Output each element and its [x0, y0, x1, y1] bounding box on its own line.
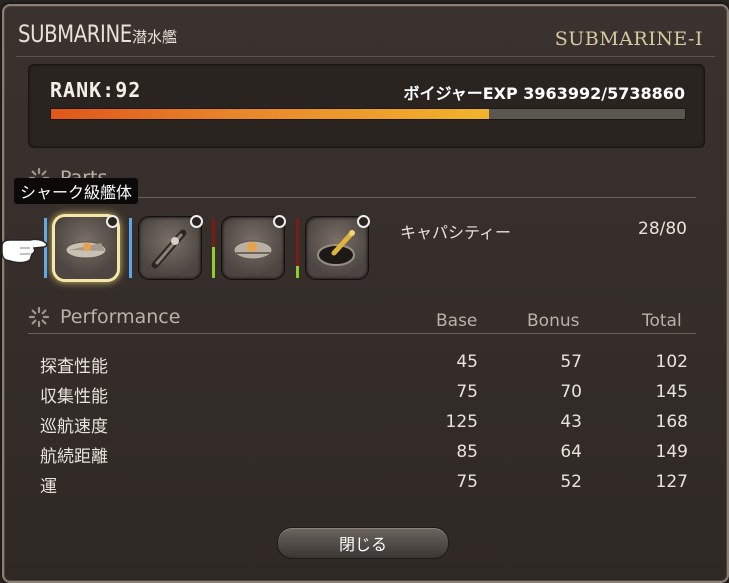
- stat-total: 145: [655, 382, 688, 402]
- stat-name: 運: [40, 477, 57, 497]
- performance-label: Performance: [60, 306, 181, 328]
- part-slot-hull[interactable]: [55, 215, 119, 279]
- column-header-base: Base: [436, 311, 478, 331]
- stat-row: 収集性能 75 70 145: [40, 382, 688, 412]
- stat-base: 125: [445, 412, 478, 432]
- rank-panel: RANK:92 ボイジャーEXP 3963992/5738860: [28, 64, 705, 148]
- stat-name: 探査性能: [40, 357, 108, 377]
- stat-row: 航続距離 85 64 149: [40, 442, 688, 472]
- close-button[interactable]: 閉じる: [277, 527, 449, 559]
- column-header-bonus: Bonus: [527, 311, 580, 331]
- stat-base: 85: [456, 442, 478, 462]
- stat-name: 巡航速度: [40, 417, 108, 437]
- exp-progress-fill: [51, 109, 490, 119]
- capacity-value: 28/80: [638, 219, 687, 239]
- stat-bonus: 70: [560, 382, 582, 402]
- stat-bonus: 64: [560, 442, 582, 462]
- performance-section-header: Performance: [28, 305, 180, 329]
- hull-part-icon: [65, 241, 107, 259]
- bridge-part-icon: [317, 230, 355, 266]
- part-slot-bridge[interactable]: [306, 215, 370, 279]
- performance-divider: [28, 333, 696, 334]
- stat-bonus: 43: [560, 412, 582, 432]
- column-header-total: Total: [642, 311, 682, 331]
- stat-total: 127: [655, 472, 688, 492]
- stat-row: 運 75 52 127: [40, 472, 688, 502]
- capacity-label: キャパシティー: [400, 223, 512, 242]
- slot-separator: [296, 218, 299, 278]
- part-slot-bow[interactable]: [222, 215, 286, 279]
- slot-separator: [212, 218, 215, 278]
- stat-total: 102: [655, 352, 688, 372]
- stern-part-icon: [151, 229, 187, 269]
- part-slot-stern[interactable]: [139, 215, 203, 279]
- stat-base: 75: [456, 382, 478, 402]
- cursor-hand-icon: [1, 238, 48, 264]
- exp-progress-bar: [50, 108, 686, 120]
- title-divider: [16, 56, 715, 57]
- window-title: SUBMARINE 潜水艦: [18, 20, 177, 48]
- voyage-exp-label: ボイジャーEXP 3963992/5738860: [403, 84, 685, 103]
- stat-row: 探査性能 45 57 102: [40, 352, 688, 382]
- stat-base: 75: [456, 472, 478, 492]
- part-tooltip: シャーク級艦体: [14, 178, 139, 204]
- stat-row: 巡航速度 125 43 168: [40, 412, 688, 442]
- section-spinner-icon: [28, 306, 50, 328]
- stat-name: 航続距離: [40, 447, 108, 467]
- stat-bonus: 52: [560, 472, 582, 492]
- stat-name: 収集性能: [40, 387, 108, 407]
- title-japanese: 潜水艦: [132, 28, 178, 46]
- bow-part-icon: [233, 240, 273, 260]
- stat-base: 45: [456, 352, 478, 372]
- stat-total: 149: [655, 442, 688, 462]
- submarine-name: SUBMARINE-Ⅰ: [554, 28, 703, 50]
- title-english: SUBMARINE: [18, 20, 132, 48]
- rank-label: RANK:92: [50, 78, 142, 102]
- stat-total: 168: [655, 412, 688, 432]
- stat-bonus: 57: [560, 352, 582, 372]
- slot-separator: [129, 218, 132, 278]
